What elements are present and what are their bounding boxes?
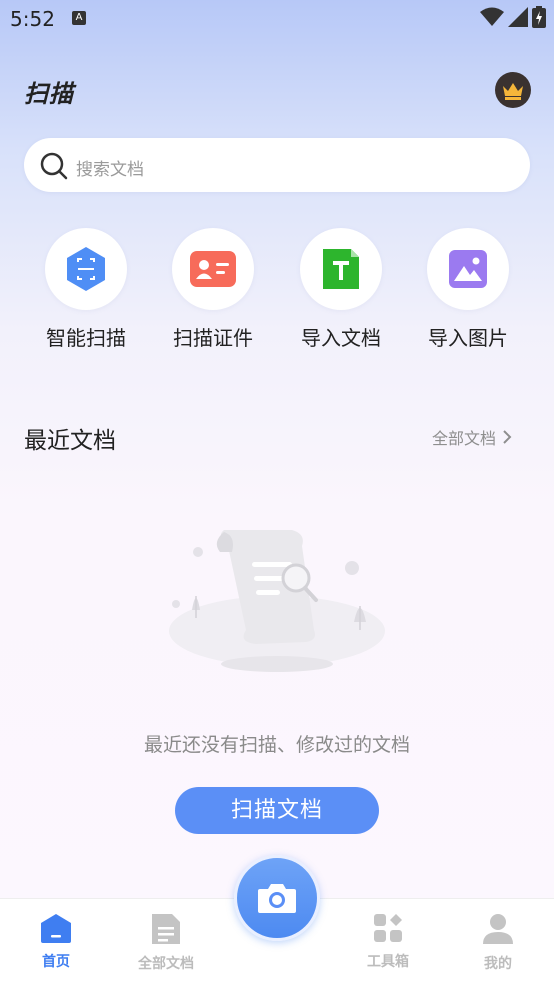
empty-state-illustration	[169, 530, 385, 672]
tab-toolbox-label: 工具箱	[367, 954, 409, 970]
notification-icon: A	[72, 11, 86, 25]
quick-action-label: 导入文档	[301, 326, 381, 350]
quick-action-circle	[172, 228, 254, 310]
tab-toolbox[interactable]: 工具箱	[348, 913, 428, 971]
quick-action-label: 导入图片	[428, 326, 508, 350]
tab-profile-label: 我的	[484, 956, 512, 972]
import-document-icon	[323, 249, 359, 289]
document-icon	[152, 914, 180, 944]
smart-scan-icon	[67, 247, 105, 291]
tab-all-documents[interactable]: 全部文档	[126, 913, 206, 973]
quick-action-scan-id[interactable]: 扫描证件	[153, 228, 273, 351]
chevron-right-icon	[503, 430, 512, 444]
import-image-icon	[449, 250, 487, 288]
home-icon	[41, 914, 71, 943]
id-card-icon	[190, 251, 236, 287]
crown-icon	[503, 83, 523, 100]
quick-action-import-image[interactable]: 导入图片	[408, 228, 528, 351]
quick-action-circle	[45, 228, 127, 310]
vip-button[interactable]	[495, 72, 531, 108]
quick-action-circle	[300, 228, 382, 310]
toolbox-icon	[374, 914, 402, 942]
tab-profile[interactable]: 我的	[458, 913, 538, 973]
recent-documents-title: 最近文档	[24, 428, 116, 454]
camera-icon	[258, 884, 296, 913]
tab-home-label: 首页	[42, 954, 70, 970]
all-documents-label: 全部文档	[432, 429, 497, 448]
scan-document-button[interactable]: 扫描文档	[175, 787, 379, 834]
status-bar: 5:52 A	[0, 0, 554, 36]
profile-icon	[483, 914, 513, 944]
battery-icon	[532, 6, 546, 28]
quick-action-import-doc[interactable]: 导入文档	[281, 228, 401, 351]
signal-icon	[508, 7, 528, 27]
status-time: 5:52	[10, 7, 55, 31]
quick-action-smart-scan[interactable]: 智能扫描	[26, 228, 146, 351]
quick-action-label: 扫描证件	[173, 326, 253, 350]
empty-state-text: 最近还没有扫描、修改过的文档	[143, 734, 410, 756]
search-input[interactable]: 搜索文档	[24, 138, 530, 192]
tab-all-documents-label: 全部文档	[138, 956, 194, 972]
camera-button[interactable]	[234, 855, 320, 941]
wifi-icon	[480, 7, 504, 26]
quick-action-label: 智能扫描	[46, 326, 126, 350]
all-documents-link[interactable]: 全部文档	[432, 425, 512, 449]
search-icon	[40, 152, 68, 180]
search-placeholder: 搜索文档	[76, 160, 144, 180]
status-indicators	[480, 6, 546, 28]
page-title: 扫描	[24, 80, 74, 108]
quick-action-circle	[427, 228, 509, 310]
tab-home[interactable]: 首页	[16, 913, 96, 971]
